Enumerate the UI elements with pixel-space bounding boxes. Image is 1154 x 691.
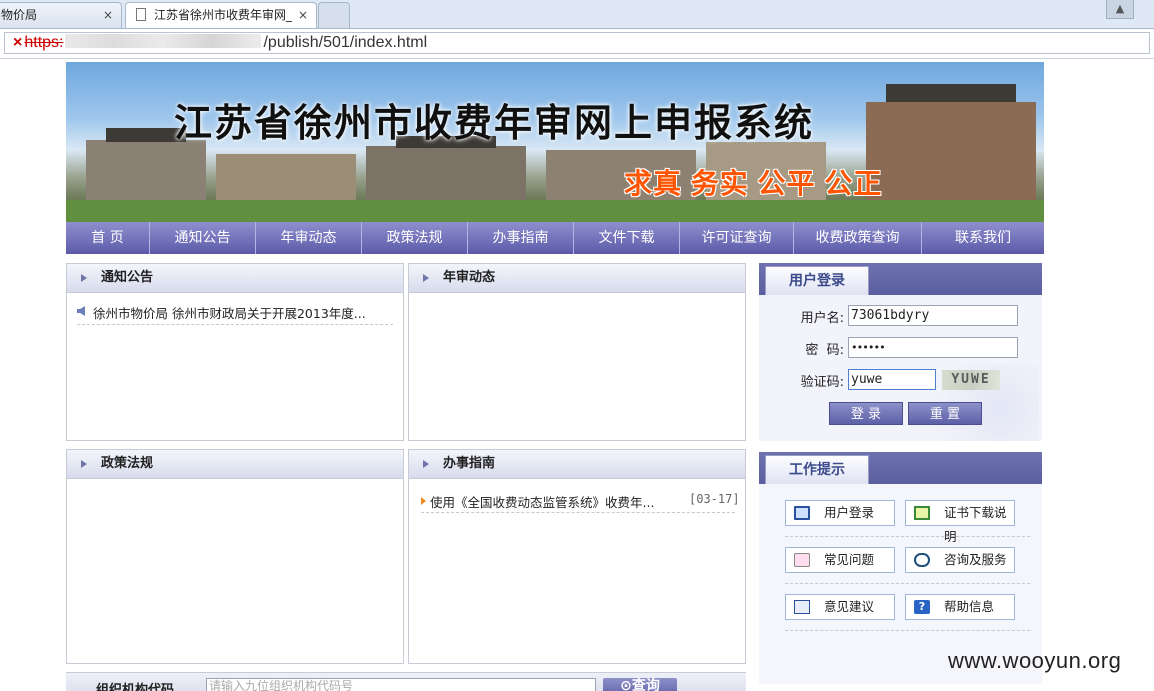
annual-news-panel: 年审动态 — [408, 263, 746, 441]
captcha-input[interactable]: yuwe — [848, 369, 936, 390]
pavilion-graphic — [866, 102, 1036, 202]
password-label: 密 码: — [805, 343, 844, 358]
bullet-icon — [421, 497, 426, 505]
tab-title: 物价局 — [1, 8, 38, 22]
redacted-host — [65, 34, 262, 48]
panel-header: 年审动态 — [409, 264, 745, 293]
roof-graphic — [886, 84, 1016, 102]
url-field[interactable]: × https: /publish/501/index.html — [4, 32, 1150, 54]
tip-suggestion-button[interactable]: 意见建议 — [785, 594, 895, 620]
nav-notice[interactable]: 通知公告 — [150, 222, 256, 254]
certificate-icon — [914, 506, 930, 520]
nav-annual-news[interactable]: 年审动态 — [256, 222, 362, 254]
url-scheme: https: — [24, 34, 64, 51]
browser-tab-1[interactable]: 物价局 × — [0, 2, 122, 28]
panel-title[interactable]: 年审动态 — [443, 270, 495, 285]
arrow-icon — [81, 460, 87, 468]
policy-panel: 政策法规 — [66, 449, 404, 664]
header-banner: 江苏省徐州市收费年审网上申报系统 求真 务实 公平 公正 — [66, 62, 1044, 222]
guide-item-link[interactable]: 使用《全国收费动态监管系统》收费年... — [430, 492, 654, 511]
query-label: 查询 — [631, 678, 660, 691]
org-code-label: 组织机构代码 — [96, 683, 175, 691]
divider — [421, 512, 735, 513]
nav-guide[interactable]: 办事指南 — [468, 222, 574, 254]
faq-icon — [794, 553, 810, 567]
tips-title: 工作提示 — [765, 455, 869, 484]
document-icon — [136, 8, 146, 21]
nav-fee-policy-query[interactable]: 收费政策查询 — [794, 222, 922, 254]
telephone-icon — [914, 553, 930, 567]
arrow-icon — [81, 274, 87, 282]
user-profile-icon[interactable]: ▲ — [1106, 0, 1134, 19]
search-icon: ⊙ — [620, 678, 632, 691]
divider — [77, 324, 393, 325]
tip-label: 帮助信息 — [944, 599, 995, 614]
help-icon: ? — [914, 600, 930, 614]
address-bar: × https: /publish/501/index.html — [0, 29, 1154, 59]
tip-user-login-button[interactable]: 用户登录 — [785, 500, 895, 526]
tips-panel-header: 工作提示 — [759, 452, 1042, 484]
tip-help-button[interactable]: ? 帮助信息 — [905, 594, 1015, 620]
computer-icon — [794, 506, 810, 520]
notice-panel: 通知公告 徐州市物价局 徐州市财政局关于开展2013年度... — [66, 263, 404, 441]
site-slogan: 求真 务实 公平 公正 — [624, 168, 883, 199]
tab-title: 江苏省徐州市收费年审网_ — [154, 8, 293, 22]
login-title: 用户登录 — [765, 266, 869, 295]
building-graphic — [366, 146, 526, 204]
guide-item-date: [03-17] — [689, 492, 740, 506]
tab-close-icon[interactable]: × — [103, 3, 113, 27]
tip-label: 常见问题 — [824, 552, 875, 567]
org-code-search-bar: 组织机构代码 请输入九位组织机构代码号 ⊙查询 — [66, 672, 746, 691]
tab-close-icon[interactable]: × — [298, 3, 308, 27]
nav-license-query[interactable]: 许可证查询 — [680, 222, 794, 254]
guide-panel: 办事指南 使用《全国收费动态监管系统》收费年... [03-17] — [408, 449, 746, 664]
tip-label: 意见建议 — [824, 599, 875, 614]
panel-header: 通知公告 — [67, 264, 403, 293]
speaker-icon — [77, 306, 85, 316]
captcha-label: 验证码: — [800, 375, 844, 390]
divider — [785, 630, 1030, 631]
reset-button[interactable]: 重 置 — [908, 402, 982, 425]
new-tab-button[interactable] — [318, 2, 350, 28]
query-button[interactable]: ⊙查询 — [603, 678, 677, 691]
main-nav: 首 页 通知公告 年审动态 政策法规 办事指南 文件下载 许可证查询 收费政策查… — [66, 222, 1044, 254]
tip-faq-button[interactable]: 常见问题 — [785, 547, 895, 573]
building-graphic — [216, 154, 356, 204]
tip-label: 用户登录 — [824, 505, 875, 520]
nav-downloads[interactable]: 文件下载 — [574, 222, 680, 254]
edit-icon — [794, 600, 810, 614]
divider — [785, 583, 1030, 584]
panel-title[interactable]: 办事指南 — [443, 456, 495, 471]
org-code-input[interactable]: 请输入九位组织机构代码号 — [206, 678, 596, 691]
login-button[interactable]: 登 录 — [829, 402, 903, 425]
tip-cert-download-button[interactable]: 证书下载说明 — [905, 500, 1015, 544]
site-title: 江苏省徐州市收费年审网上申报系统 — [174, 103, 815, 145]
lawn-graphic — [66, 200, 1044, 222]
tip-consult-button[interactable]: 咨询及服务 — [905, 547, 1015, 573]
url-path: /publish/501/index.html — [263, 34, 428, 51]
nav-contact[interactable]: 联系我们 — [922, 222, 1044, 254]
broken-lock-icon[interactable]: × — [13, 34, 22, 51]
nav-home[interactable]: 首 页 — [66, 222, 150, 254]
password-input[interactable]: •••••• — [848, 337, 1018, 358]
login-panel-header: 用户登录 — [759, 263, 1042, 295]
building-graphic — [86, 140, 206, 200]
browser-tab-bar: 物价局 × 江苏省徐州市收费年审网_ × ▲ — [0, 0, 1154, 29]
divider — [785, 536, 1030, 537]
tip-label: 咨询及服务 — [944, 552, 1007, 567]
watermark-text: www.wooyun.org — [948, 648, 1122, 673]
arrow-icon — [423, 274, 429, 282]
browser-tab-2-active[interactable]: 江苏省徐州市收费年审网_ × — [125, 2, 317, 28]
panel-header: 办事指南 — [409, 450, 745, 479]
arrow-icon — [423, 460, 429, 468]
panel-header: 政策法规 — [67, 450, 403, 479]
username-label: 用户名: — [800, 311, 844, 326]
notice-item-link[interactable]: 徐州市物价局 徐州市财政局关于开展2013年度... — [93, 303, 366, 322]
nav-policy[interactable]: 政策法规 — [362, 222, 468, 254]
panel-title[interactable]: 通知公告 — [101, 270, 153, 285]
captcha-image[interactable]: YUWE — [942, 370, 1000, 390]
username-input[interactable]: 73061bdyry — [848, 305, 1018, 326]
panel-title[interactable]: 政策法规 — [101, 456, 153, 471]
